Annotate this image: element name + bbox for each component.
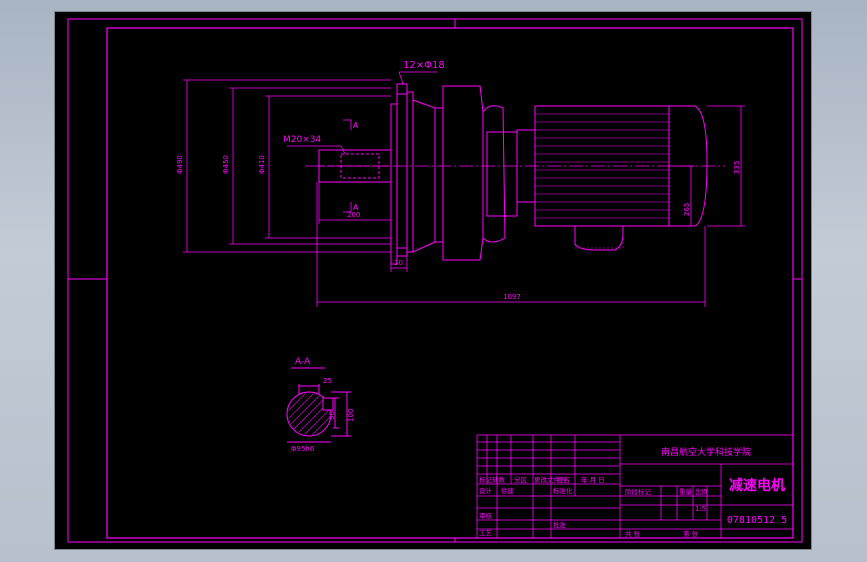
tb-sheet-no: 第 张 xyxy=(683,529,699,538)
sec-dim-25: 25 xyxy=(323,377,332,385)
sheet-border xyxy=(67,18,803,543)
tb-weight: 重量 xyxy=(679,488,693,496)
dim-d490: Φ490 xyxy=(176,155,184,174)
dim-335: 335 xyxy=(733,161,741,174)
tb-scale-value: 1:5 xyxy=(695,505,706,513)
tb-approve: 批准 xyxy=(553,520,567,529)
tb-scale: 比例 xyxy=(695,487,708,496)
dim-200: 200 xyxy=(347,211,360,219)
tb-sign: 签名 xyxy=(557,475,570,484)
dim-d450: Φ450 xyxy=(222,155,230,174)
cad-viewport[interactable]: 12×Φ18 M20×34 A A Φ490 Φ450 Φ410 200 30 … xyxy=(55,12,811,549)
tb-zone: 分区 xyxy=(514,475,528,484)
gear-housing xyxy=(412,85,518,261)
tb-design: 设计 xyxy=(479,486,493,495)
tb-count: 处数 xyxy=(492,475,506,484)
tb-review: 审核 xyxy=(479,511,493,520)
sec-dim-36: 36 xyxy=(328,411,336,420)
tb-sheets-total: 共 张 xyxy=(625,529,641,538)
section-aa xyxy=(286,367,351,443)
tb-designer: 徐建 xyxy=(501,486,515,495)
sec-dim-shaft: Φ95h6 xyxy=(291,445,315,453)
tb-stage-mark: 阶段标记 xyxy=(625,487,652,496)
school-name: 南昌航空大学科技学院 xyxy=(661,446,751,458)
section-title: A-A xyxy=(295,357,311,367)
dim-d410: Φ410 xyxy=(258,155,266,174)
dim-265: 265 xyxy=(683,203,691,216)
tb-standardize: 标准化 xyxy=(553,486,573,495)
tb-mark: 标记 xyxy=(479,475,493,484)
dimension-lines xyxy=(183,71,745,307)
tb-process: 工艺 xyxy=(479,529,493,537)
drawing-number: 07810512 5 xyxy=(727,515,787,526)
section-mark-top: A xyxy=(353,121,359,130)
motor-body xyxy=(516,105,708,251)
bolt-label: 12×Φ18 xyxy=(403,60,445,71)
drawing-name: 减速电机 xyxy=(729,477,785,494)
drawing-canvas: 12×Φ18 M20×34 A A Φ490 Φ450 Φ410 200 30 … xyxy=(67,18,803,543)
flange xyxy=(390,83,414,265)
tb-date: 年 月 日 xyxy=(581,475,605,484)
sec-dim-100: 100 xyxy=(347,409,355,422)
dim-1097: 1097 xyxy=(503,293,521,301)
dim-30: 30 xyxy=(394,259,403,267)
thread-label: M20×34 xyxy=(283,135,321,145)
